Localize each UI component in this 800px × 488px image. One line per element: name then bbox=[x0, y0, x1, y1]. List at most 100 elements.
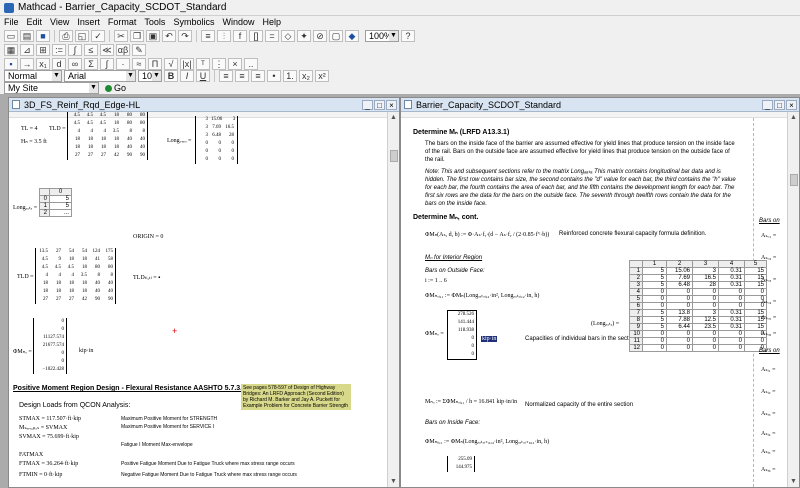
insert-unit-icon[interactable]: [] bbox=[249, 29, 263, 42]
scrollbar-thumb[interactable] bbox=[790, 174, 798, 186]
minimize-icon[interactable]: _ bbox=[762, 99, 773, 110]
math-palette-icon[interactable]: ◆ bbox=[345, 29, 359, 42]
numbering-icon[interactable]: 1. bbox=[283, 70, 297, 82]
left-vertical-scrollbar[interactable]: ▲ ▼ bbox=[387, 112, 399, 487]
sigma-icon[interactable]: Σ bbox=[84, 57, 98, 70]
calculate-icon[interactable]: = bbox=[265, 29, 279, 42]
resource-toolbar: My Site ▼ Go bbox=[0, 82, 800, 94]
paragraph-bars: The bars on the inside face of the barri… bbox=[425, 141, 735, 163]
subscript-format-icon[interactable]: x₂ bbox=[299, 70, 313, 82]
maximize-icon[interactable]: □ bbox=[374, 99, 385, 110]
menu-view[interactable]: View bbox=[46, 17, 73, 27]
toolbar-separator bbox=[109, 29, 110, 42]
help-icon[interactable]: ? bbox=[401, 29, 415, 42]
menu-format[interactable]: Format bbox=[104, 17, 141, 27]
menu-window[interactable]: Window bbox=[218, 17, 258, 27]
zoom-select[interactable]: 100% ▼ bbox=[365, 29, 399, 42]
bold-icon[interactable]: B bbox=[164, 70, 178, 82]
derivative-icon[interactable]: d bbox=[52, 57, 66, 70]
align-down-icon[interactable]: ⫶ bbox=[217, 29, 231, 42]
matrix-row: 000 bbox=[205, 141, 235, 146]
minimize-icon[interactable]: _ bbox=[362, 99, 373, 110]
table-row: 10 0 0 0 0 0 bbox=[629, 330, 767, 338]
undo-icon[interactable]: ↶ bbox=[162, 29, 176, 42]
align-center-icon[interactable]: ≡ bbox=[235, 70, 249, 82]
paste-icon[interactable]: ▣ bbox=[146, 29, 160, 42]
scroll-down-icon[interactable]: ▼ bbox=[388, 476, 399, 487]
product-icon[interactable]: Π bbox=[148, 57, 162, 70]
resources-icon[interactable]: ✦ bbox=[297, 29, 311, 42]
spell-check-icon[interactable]: ✓ bbox=[91, 29, 105, 42]
matrix-row: 0 bbox=[471, 336, 475, 341]
root-icon[interactable]: √ bbox=[164, 57, 178, 70]
calculator-palette-icon[interactable]: ▦ bbox=[4, 44, 18, 56]
style-select[interactable]: Normal ▼ bbox=[4, 70, 62, 82]
boolean-palette-icon[interactable]: ≤ bbox=[84, 44, 98, 56]
maximize-icon[interactable]: □ bbox=[774, 99, 785, 110]
menu-tools[interactable]: Tools bbox=[140, 17, 169, 27]
align-across-icon[interactable]: ≡ bbox=[201, 29, 215, 42]
longdata-table-label: (Longₔₐₜₐ) = bbox=[591, 321, 620, 327]
print-icon[interactable]: ⎙ bbox=[59, 29, 73, 42]
matrix-palette-icon[interactable]: ⊞ bbox=[36, 44, 50, 56]
insert-region-icon[interactable]: ▢ bbox=[329, 29, 343, 42]
bullets-icon[interactable]: • bbox=[267, 70, 281, 82]
absolute-icon[interactable]: |x| bbox=[180, 57, 194, 70]
dot-icon[interactable]: · bbox=[116, 57, 130, 70]
range-icon[interactable]: .. bbox=[244, 57, 258, 70]
right-window-controls: _ □ × bbox=[762, 99, 799, 110]
equals-icon[interactable]: ≈ bbox=[132, 57, 146, 70]
menu-insert[interactable]: Insert bbox=[73, 17, 104, 27]
go-button[interactable]: Go bbox=[105, 83, 126, 93]
font-size-select[interactable]: 10 ▼ bbox=[138, 70, 162, 82]
menu-symbolics[interactable]: Symbolics bbox=[169, 17, 218, 27]
italic-icon[interactable]: I bbox=[180, 70, 194, 82]
limit-icon[interactable]: ∞ bbox=[68, 57, 82, 70]
copy-icon[interactable]: ❐ bbox=[130, 29, 144, 42]
calculus-palette-icon[interactable]: ∫ bbox=[68, 44, 82, 56]
scroll-up-icon[interactable]: ▲ bbox=[788, 112, 799, 123]
vector-icon[interactable]: → bbox=[20, 57, 34, 70]
font-select[interactable]: Arial ▼ bbox=[64, 70, 136, 82]
menu-help[interactable]: Help bbox=[258, 17, 285, 27]
site-select[interactable]: My Site ▼ bbox=[4, 82, 99, 94]
matrix-row: 4 4 4 3.5 8 8 bbox=[45, 273, 114, 278]
scroll-down-icon[interactable]: ▼ bbox=[788, 476, 799, 487]
phimi-vector: 255.09 144.975 bbox=[447, 456, 475, 472]
cross-icon[interactable]: × bbox=[228, 57, 242, 70]
transpose-icon[interactable]: ᵀ bbox=[196, 57, 210, 70]
column-icon[interactable]: ⋮ bbox=[212, 57, 226, 70]
align-right-icon[interactable]: ≡ bbox=[251, 70, 265, 82]
phimno-unit-selected[interactable]: kip·in bbox=[481, 336, 498, 342]
subscript-icon[interactable]: x₁ bbox=[36, 57, 50, 70]
save-icon[interactable]: ■ bbox=[36, 29, 50, 42]
symbolic-palette-icon[interactable]: ✎ bbox=[132, 44, 146, 56]
integral-icon[interactable]: ∫ bbox=[100, 57, 114, 70]
close-icon[interactable]: × bbox=[386, 99, 397, 110]
cut-icon[interactable]: ✂ bbox=[114, 29, 128, 42]
graph-palette-icon[interactable]: ⊿ bbox=[20, 44, 34, 56]
print-preview-icon[interactable]: ◱ bbox=[75, 29, 89, 42]
greek-palette-icon[interactable]: αβ bbox=[116, 44, 130, 56]
menu-file[interactable]: File bbox=[0, 17, 23, 27]
programming-palette-icon[interactable]: ≪ bbox=[100, 44, 114, 56]
table-row: 9 5 6.44 23.5 0.31 15 bbox=[629, 323, 767, 331]
insert-hyperlink-icon[interactable]: ⊘ bbox=[313, 29, 327, 42]
scrollbar-thumb[interactable] bbox=[390, 150, 398, 162]
scroll-up-icon[interactable]: ▲ bbox=[388, 112, 399, 123]
menu-edit[interactable]: Edit bbox=[23, 17, 47, 27]
insert-component-icon[interactable]: ◇ bbox=[281, 29, 295, 42]
evaluation-palette-icon[interactable]: := bbox=[52, 44, 66, 56]
right-vertical-scrollbar[interactable]: ▲ ▼ bbox=[787, 112, 799, 487]
math-region-icon[interactable]: ▪ bbox=[4, 57, 18, 70]
underline-icon[interactable]: U bbox=[196, 70, 210, 82]
new-document-icon[interactable]: ▭ bbox=[4, 29, 18, 42]
matrix-row: 4.5 4.5 4.5 18 80 80 bbox=[41, 265, 113, 270]
open-folder-icon[interactable]: ▤ bbox=[20, 29, 34, 42]
align-left-icon[interactable]: ≡ bbox=[219, 70, 233, 82]
insert-function-icon[interactable]: f bbox=[233, 29, 247, 42]
matrix-row: 0 bbox=[61, 359, 65, 364]
superscript-format-icon[interactable]: x² bbox=[315, 70, 329, 82]
redo-icon[interactable]: ↷ bbox=[178, 29, 192, 42]
close-icon[interactable]: × bbox=[786, 99, 797, 110]
